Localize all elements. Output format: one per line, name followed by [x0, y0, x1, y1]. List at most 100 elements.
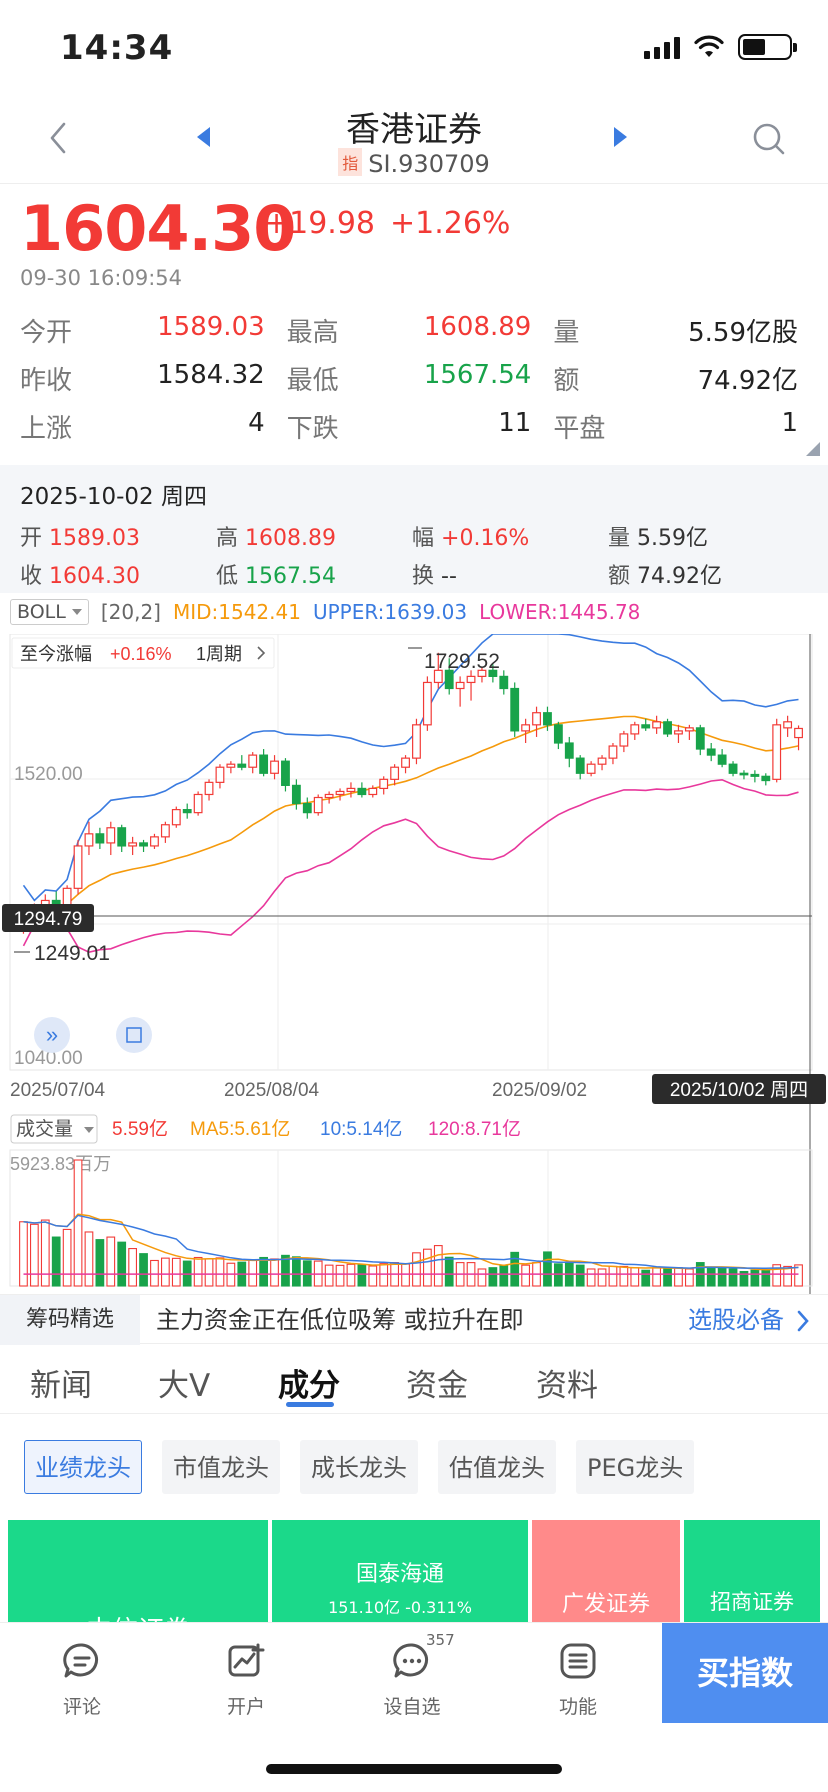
promo-link[interactable]: 选股必备	[688, 1295, 784, 1345]
promo-text[interactable]: 主力资金正在低位吸筹 或拉升在即	[156, 1295, 524, 1345]
volume-bar	[717, 1267, 727, 1287]
candle-body	[455, 681, 465, 690]
candle-body	[248, 754, 258, 768]
day-row: 开 1589.03 高 1608.89 幅 +0.16% 量 5.59亿	[20, 517, 820, 555]
comment-icon	[63, 1643, 98, 1678]
candle-body	[412, 724, 421, 759]
day-label: 换	[412, 564, 435, 589]
candle-body	[73, 845, 83, 889]
chart-plus-icon	[228, 1643, 265, 1677]
functions-button[interactable]: 功能	[528, 1641, 628, 1719]
double-chevron-icon: »	[46, 1022, 58, 1047]
quote-value: 1584.32	[157, 359, 265, 390]
quote-label: 昨收	[20, 365, 73, 396]
stock-code-text: SI.930709	[368, 150, 490, 178]
volume-bar	[204, 1258, 214, 1287]
candle-body	[422, 681, 432, 726]
day-value: 1608.89	[245, 526, 336, 551]
crosshair-date: 2025/10/02 周四	[670, 1080, 808, 1101]
tab-news[interactable]: 新闻	[30, 1360, 92, 1405]
candle-body	[62, 887, 72, 908]
candle-body	[444, 669, 454, 690]
candle-body	[204, 781, 214, 796]
tab-profile[interactable]: 资料	[536, 1360, 598, 1405]
quote-cell-high: 最高 1608.89	[287, 312, 532, 349]
volume-bar	[171, 1257, 181, 1287]
volume-bar	[433, 1245, 443, 1287]
candle-body	[281, 760, 290, 786]
tile-sub: 151.10亿 -0.311%	[328, 1598, 472, 1617]
day-label: 开	[20, 526, 43, 551]
buy-index-button[interactable]: 买指数	[662, 1623, 828, 1723]
volume-bar	[150, 1259, 159, 1287]
tab-constituents[interactable]: 成分	[278, 1360, 340, 1405]
tile-gtht[interactable]: 国泰海通 151.10亿 -0.311%	[272, 1520, 528, 1624]
volume-bar	[73, 1159, 83, 1287]
chip-marketcap-leader[interactable]: 市值龙头	[162, 1440, 280, 1494]
volume-bar	[62, 1228, 72, 1287]
chip-peg-leader[interactable]: PEG龙头	[576, 1440, 695, 1494]
promo-bar[interactable]: 筹码精选 主力资金正在低位吸筹 或拉升在即 选股必备	[0, 1294, 828, 1345]
candle-body	[684, 727, 694, 732]
chip-performance-leader[interactable]: 业绩龙头	[24, 1440, 142, 1494]
candle-body	[532, 712, 541, 726]
tile-citic[interactable]: 中信证券	[8, 1520, 268, 1624]
add-watchlist-button[interactable]: 357 设自选	[362, 1631, 462, 1719]
bottom-label: 设自选	[383, 1696, 441, 1718]
expand-corner-icon[interactable]	[806, 442, 820, 456]
next-stock-icon[interactable]	[612, 126, 628, 148]
tab-bigv[interactable]: 大V	[158, 1360, 210, 1405]
kline-chart[interactable]: 1520.00 1040.00 1729.52 1249.01 至今涨幅 +0.16% 1周…	[0, 634, 828, 1294]
quote-cell-down: 下跌 11	[287, 408, 532, 445]
candle-body	[641, 724, 651, 729]
quote-row: 上涨 4 下跌 11 平盘 1	[20, 402, 798, 450]
tab-underline	[286, 1402, 334, 1407]
nav-bar: 香港证券 指 SI.930709	[0, 96, 828, 184]
volume-bar	[510, 1251, 520, 1287]
indicator-row: BOLL [20,2] MID:1542.41 UPPER:1639.03 LO…	[10, 597, 640, 627]
status-icons	[644, 34, 797, 60]
tab-funds[interactable]: 资金	[406, 1360, 468, 1405]
day-label: 收	[20, 564, 43, 589]
tile-cms[interactable]: 招商证券	[684, 1520, 820, 1624]
day-low: 低 1567.54	[216, 558, 412, 590]
volume-bar	[674, 1267, 683, 1287]
candle-body	[608, 745, 618, 759]
quote-value: 1	[781, 407, 799, 438]
promo-tag: 筹码精选	[0, 1295, 140, 1345]
chevron-right-icon[interactable]	[796, 1310, 810, 1332]
battery-icon	[738, 34, 797, 60]
volume-bar	[259, 1256, 268, 1287]
candle-body	[346, 787, 356, 793]
volume-bar	[554, 1263, 563, 1287]
candle-body	[674, 730, 683, 735]
volume-bar	[706, 1267, 716, 1287]
volume-bar	[324, 1264, 334, 1287]
day-label: 额	[608, 564, 631, 589]
comment-button[interactable]: 评论	[32, 1641, 132, 1719]
boll-upper-line	[22, 634, 799, 902]
volume-bar	[357, 1263, 367, 1287]
candle-body	[521, 724, 531, 732]
volume-bar	[608, 1265, 618, 1287]
indicator-select[interactable]: BOLL	[10, 599, 89, 625]
x-label: 2025/08/04	[224, 1080, 320, 1101]
period-unit: 1周期	[196, 644, 242, 664]
search-icon[interactable]	[752, 122, 786, 156]
day-detail-panel: 2025-10-02 周四 开 1589.03 高 1608.89 幅 +0.1…	[0, 465, 828, 593]
day-value: 1604.30	[49, 564, 140, 589]
candle-body	[106, 827, 116, 844]
chip-valuation-leader[interactable]: 估值龙头	[438, 1440, 556, 1494]
tile-gf[interactable]: 广发证券	[532, 1520, 680, 1624]
chip-growth-leader[interactable]: 成长龙头	[300, 1440, 418, 1494]
home-indicator[interactable]	[266, 1764, 562, 1774]
candle-body	[401, 757, 410, 768]
day-high: 高 1608.89	[216, 520, 412, 552]
kline-svg[interactable]: 1520.001040.001729.521249.01至今涨幅 +0.16% 1周…	[0, 634, 828, 1294]
volume-bar	[270, 1258, 279, 1287]
quote-value: 1608.89	[423, 311, 532, 342]
open-account-button[interactable]: 开户	[196, 1641, 296, 1719]
chart-frame	[9, 634, 813, 1071]
quote-cell-volume: 量 5.59亿股	[553, 312, 798, 349]
candle-body	[215, 766, 225, 783]
